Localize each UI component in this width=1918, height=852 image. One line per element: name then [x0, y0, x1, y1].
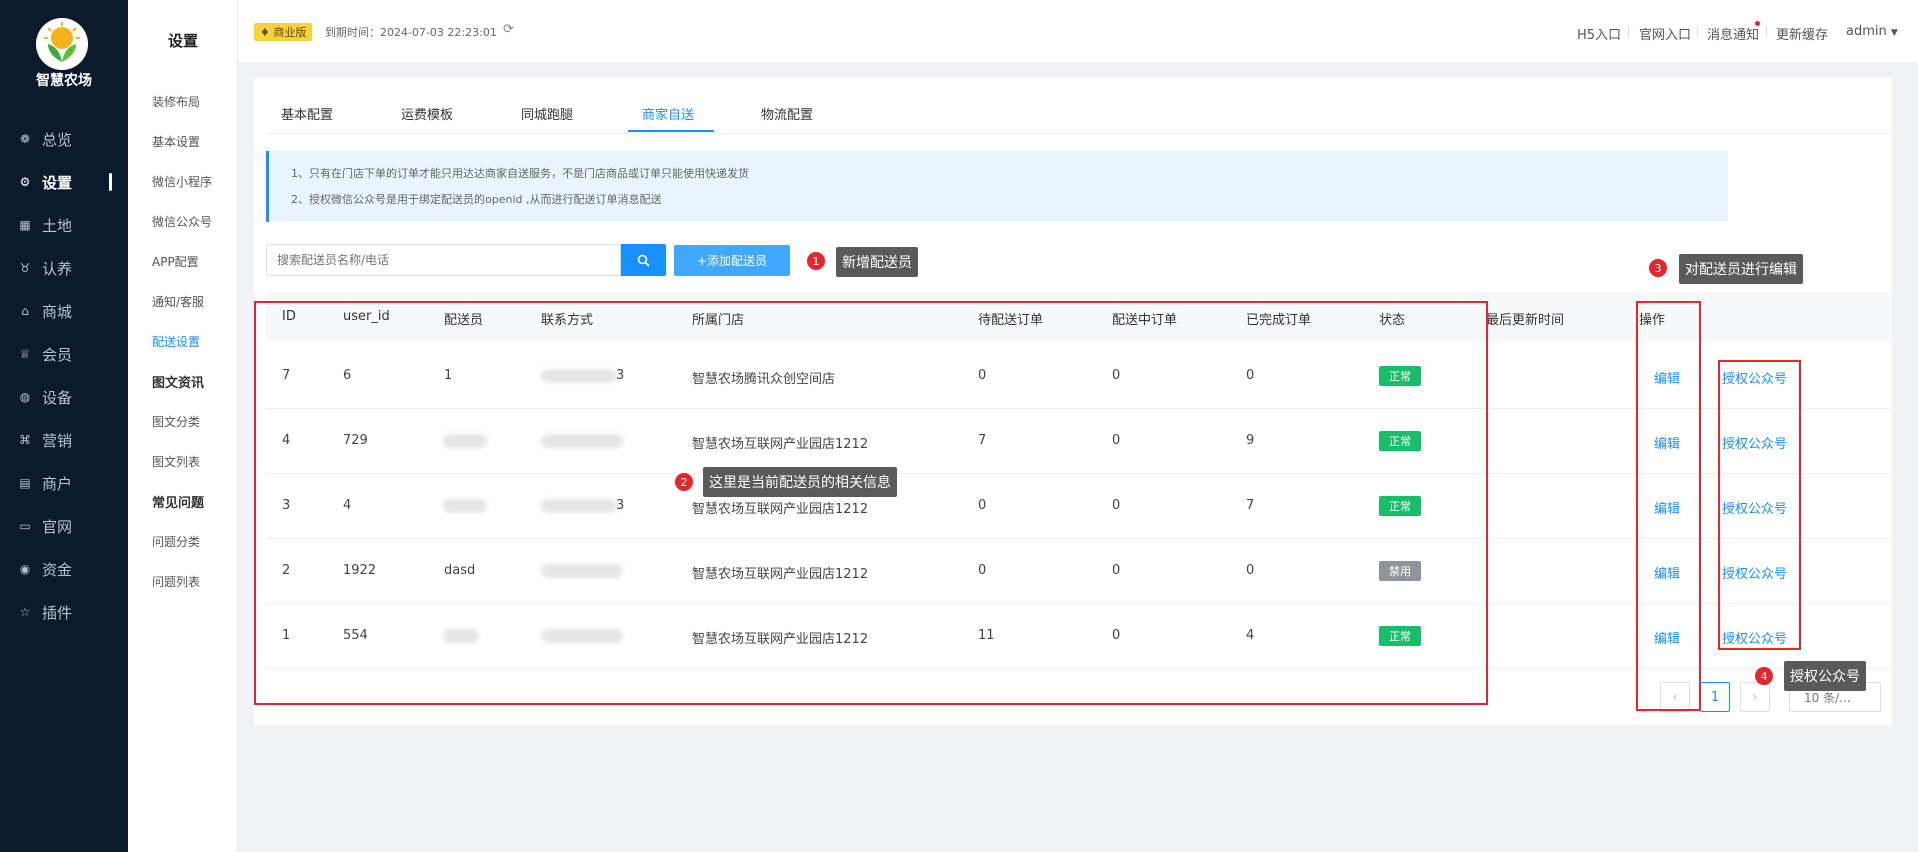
submenu-group-faq: 常见问题 [152, 496, 205, 511]
h5-entry-link[interactable]: H5入口 [1577, 24, 1621, 43]
nav-item-funds[interactable]: ◉ 资金 [0, 554, 128, 584]
grid-icon: ▦ [19, 218, 31, 232]
th-last-updated: 最后更新时间 [1486, 313, 1565, 328]
user-menu[interactable]: admin ▼ [1846, 24, 1898, 39]
plugin-icon: ☆ [19, 605, 31, 619]
nav-item-website[interactable]: ▭ 官网 [0, 511, 128, 541]
website-icon: ▭ [19, 519, 31, 533]
main-sidebar: 智慧农场 ❁ 总览 ⚙ 设置 ▦ 土地 ♉ 认养 ⌂ 商城 ♕ 会员 ◍ 设备 ⌘ 营销 ▤ 商户… [0, 0, 128, 852]
unread-dot [1755, 21, 1760, 26]
add-courier-button[interactable]: +添加配送员 [674, 245, 790, 276]
submenu-item-basic[interactable]: 基本设置 [152, 133, 200, 150]
tab-basic-config[interactable]: 基本配置 [281, 104, 333, 123]
header-divider [1628, 26, 1629, 37]
annotation-marker-3: 3 [1649, 259, 1667, 277]
expire-time: 到期时间：2024-07-03 22:23:01 [325, 26, 497, 39]
edition-badge: ♦ 商业版 [254, 23, 313, 41]
annotation-marker-2: 2 [675, 473, 693, 491]
submenu-item-decoration[interactable]: 装修布局 [152, 93, 200, 110]
tab-logistics[interactable]: 物流配置 [761, 104, 813, 123]
adopt-icon: ♉ [19, 261, 31, 275]
diamond-icon: ♦ [260, 26, 270, 39]
nav-item-overview[interactable]: ❁ 总览 [0, 124, 128, 154]
gear-icon: ⚙ [19, 175, 31, 189]
submenu-item-article-category[interactable]: 图文分类 [152, 413, 200, 430]
submenu-item-notify[interactable]: 通知/客服 [152, 293, 204, 310]
annotation-box-authorize [1718, 360, 1801, 650]
submenu-group-articles: 图文资讯 [152, 376, 205, 391]
submenu-item-wechat-official[interactable]: 微信公众号 [152, 213, 212, 230]
submenu-item-article-list[interactable]: 图文列表 [152, 453, 200, 470]
annotation-callout-4: 授权公众号 [1784, 661, 1866, 691]
nav-item-land[interactable]: ▦ 土地 [0, 210, 128, 240]
search-input[interactable] [266, 244, 621, 276]
tab-merchant-delivery[interactable]: 商家自送 [642, 104, 694, 123]
annotation-callout-3: 对配送员进行编辑 [1679, 254, 1803, 284]
submenu-item-app[interactable]: APP配置 [152, 253, 199, 270]
header-divider [1697, 26, 1698, 37]
submenu-item-faq-category[interactable]: 问题分类 [152, 533, 200, 550]
dashboard-icon: ❁ [19, 132, 31, 146]
submenu-item-miniprogram[interactable]: 微信小程序 [152, 173, 212, 190]
chevron-right-icon: › [1752, 689, 1758, 705]
annotation-marker-1: 1 [807, 252, 825, 270]
device-icon: ◍ [19, 390, 31, 404]
nav-item-adopt[interactable]: ♉ 认养 [0, 253, 128, 283]
notice-banner: 1、只有在门店下单的订单才能只用达达商家自送服务，不是门店商品或订单只能使用快递… [266, 151, 1728, 222]
submenu-item-faq-list[interactable]: 问题列表 [152, 573, 200, 590]
nav-item-plugin[interactable]: ☆ 插件 [0, 597, 128, 627]
website-entry-link[interactable]: 官网入口 [1639, 24, 1691, 43]
nav-item-marketing[interactable]: ⌘ 营销 [0, 425, 128, 455]
tab-city-errand[interactable]: 同城跑腿 [521, 104, 573, 123]
brand-name: 智慧农场 [36, 73, 92, 89]
tab-freight-template[interactable]: 运费模板 [401, 104, 453, 123]
search-icon [637, 254, 650, 267]
annotation-callout-1: 新增配送员 [836, 247, 918, 277]
annotation-marker-4: 4 [1755, 667, 1773, 685]
logo-icon [36, 18, 88, 70]
active-tab-indicator [628, 130, 714, 132]
nav-item-settings[interactable]: ⚙ 设置 [0, 167, 128, 197]
search-button[interactable] [621, 244, 666, 276]
nav-item-shop[interactable]: ⌂ 商城 [0, 296, 128, 326]
marketing-icon: ⌘ [19, 433, 31, 447]
notice-line-2: 2、授权微信公众号是用于绑定配送员的openid ,从而进行配送订单消息配送 [291, 193, 662, 206]
submenu-title: 设置 [167, 32, 198, 50]
funds-icon: ◉ [19, 562, 31, 576]
notice-line-1: 1、只有在门店下单的订单才能只用达达商家自送服务，不是门店商品或订单只能使用快递… [291, 167, 749, 180]
nav-item-device[interactable]: ◍ 设备 [0, 382, 128, 412]
settings-submenu: 设置 装修布局 基本设置 微信小程序 微信公众号 APP配置 通知/客服 配送设… [128, 0, 238, 852]
message-notice-link[interactable]: 消息通知 [1707, 24, 1759, 43]
merchant-icon: ▤ [19, 476, 31, 490]
annotation-callout-2: 这里是当前配送员的相关信息 [703, 467, 897, 497]
shop-icon: ⌂ [21, 304, 29, 318]
refresh-cache-link[interactable]: 更新缓存 [1776, 24, 1828, 43]
caret-down-icon: ▼ [1890, 28, 1898, 38]
next-page-button[interactable]: › [1740, 682, 1770, 712]
nav-item-member[interactable]: ♕ 会员 [0, 339, 128, 369]
refresh-icon[interactable]: ⟳ [503, 22, 514, 37]
annotation-box-info [254, 301, 1488, 705]
annotation-box-edit [1636, 301, 1701, 711]
nav-item-merchant[interactable]: ▤ 商户 [0, 468, 128, 498]
tabs-divider [266, 133, 1892, 134]
page-1-button[interactable]: 1 [1700, 682, 1730, 712]
header-divider [1766, 26, 1767, 37]
submenu-item-delivery[interactable]: 配送设置 [152, 333, 200, 350]
member-icon: ♕ [19, 347, 31, 361]
